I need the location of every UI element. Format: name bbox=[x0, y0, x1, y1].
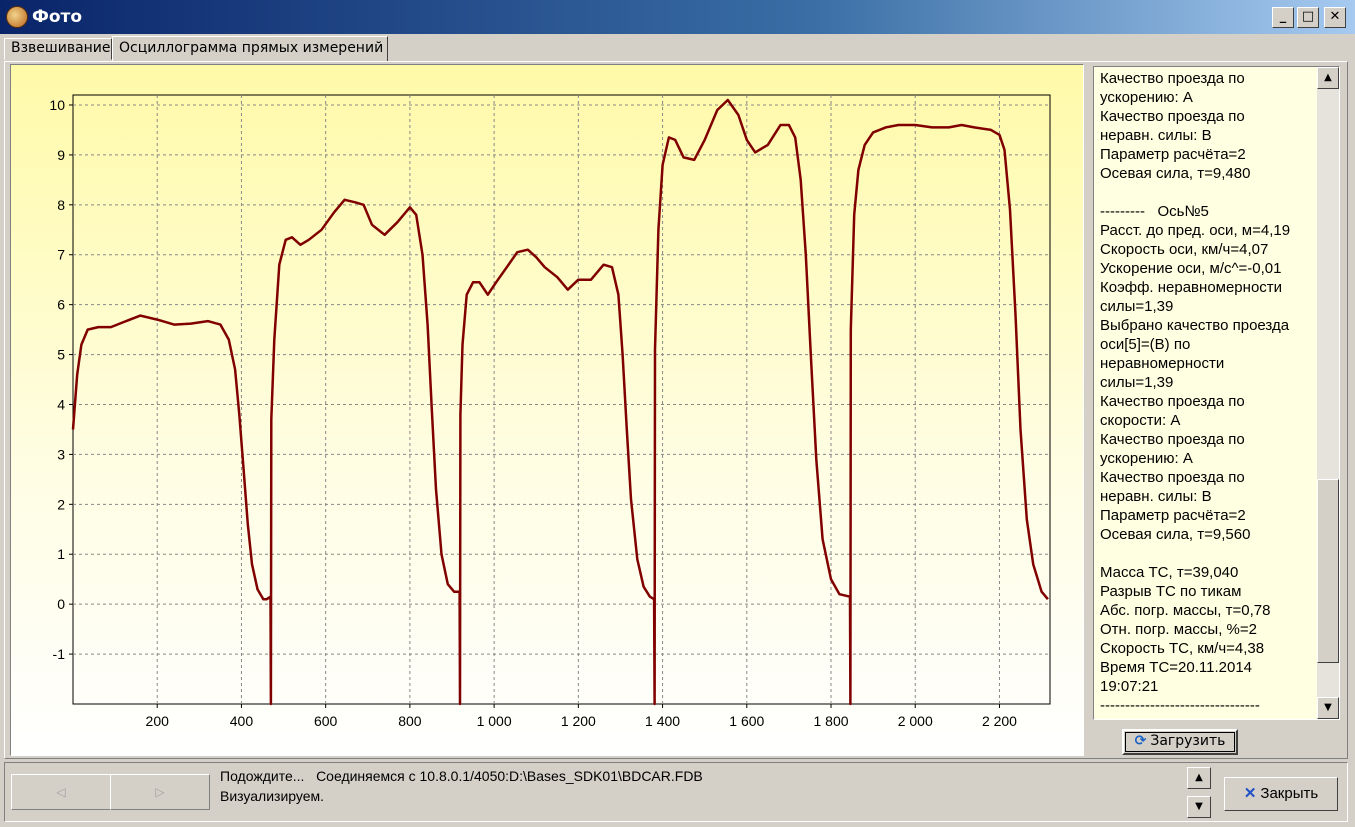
x-tick-label: 600 bbox=[314, 713, 338, 729]
y-tick-label: 8 bbox=[57, 197, 65, 213]
tab-weighing[interactable]: Взвешивание bbox=[4, 38, 112, 60]
status-scroll-up-icon[interactable]: ▲ bbox=[1187, 767, 1211, 789]
y-tick-label: 9 bbox=[57, 147, 65, 163]
y-tick-label: 5 bbox=[57, 347, 65, 363]
oscillogram-chart: 10 9 8 7 6 5 4 3 2 1 0 -1 200 400 600 800 1 000 1 200 1 40… bbox=[10, 64, 1084, 756]
x-tick-label: 2 200 bbox=[982, 713, 1017, 729]
y-tick-label: 10 bbox=[49, 97, 65, 113]
title-bar: Фото _ □ ✕ bbox=[0, 0, 1355, 34]
close-button-label: Закрыть bbox=[1260, 785, 1319, 802]
close-button[interactable]: ✕ Закрыть bbox=[1224, 777, 1338, 811]
x-tick-label: 1 600 bbox=[729, 713, 764, 729]
status-text: Подождите... Соединяемся с 10.8.0.1/4050… bbox=[220, 766, 703, 806]
load-button[interactable]: ⟳ Загрузить bbox=[1122, 729, 1238, 755]
y-tick-label: 1 bbox=[57, 546, 65, 562]
scroll-thumb[interactable] bbox=[1317, 479, 1339, 663]
series-line bbox=[71, 98, 1049, 706]
prev-button[interactable]: ◁ bbox=[11, 774, 111, 810]
close-window-button[interactable]: ✕ bbox=[1324, 7, 1346, 28]
x-tick-label: 1 000 bbox=[477, 713, 512, 729]
x-tick-label: 800 bbox=[398, 713, 422, 729]
maximize-button[interactable]: □ bbox=[1297, 7, 1319, 28]
refresh-icon: ⟳ bbox=[1134, 733, 1147, 749]
y-tick-label: -1 bbox=[53, 646, 66, 662]
y-tick-label: 0 bbox=[57, 596, 65, 612]
scroll-down-arrow-icon[interactable]: ▼ bbox=[1317, 697, 1339, 719]
app-icon bbox=[6, 6, 28, 28]
y-tick-label: 7 bbox=[57, 247, 65, 263]
status-line-1: Подождите... Соединяемся с 10.8.0.1/4050… bbox=[220, 768, 703, 784]
minimize-button[interactable]: _ bbox=[1272, 7, 1294, 28]
next-button[interactable]: ▷ bbox=[110, 774, 210, 810]
y-tick-label: 6 bbox=[57, 297, 65, 313]
y-tick-label: 4 bbox=[57, 396, 65, 412]
info-text: Качество проезда по ускорению: А Качеств… bbox=[1100, 70, 1291, 714]
x-tick-label: 200 bbox=[146, 713, 170, 729]
plot-frame bbox=[72, 94, 1051, 705]
status-line-2: Визуализируем. bbox=[220, 788, 325, 804]
close-x-icon: ✕ bbox=[1243, 785, 1257, 802]
x-tick-label: 2 000 bbox=[898, 713, 933, 729]
y-tick-label: 2 bbox=[57, 496, 65, 512]
load-button-label: Загрузить bbox=[1150, 733, 1226, 749]
window-title: Фото bbox=[32, 7, 83, 27]
tab-oscillogram[interactable]: Осциллограмма прямых измерений bbox=[112, 36, 388, 62]
x-tick-label: 1 800 bbox=[813, 713, 848, 729]
info-panel: Качество проезда по ускорению: А Качеств… bbox=[1093, 66, 1340, 720]
chart-svg: 109876543210-1200 400 600 800 1 000 1 200 1 40… bbox=[49, 94, 1051, 729]
x-tick-label: 1 200 bbox=[561, 713, 596, 729]
y-tick-label: 3 bbox=[57, 446, 65, 462]
x-tick-label: 1 400 bbox=[645, 713, 680, 729]
x-tick-label: 400 bbox=[230, 713, 254, 729]
scroll-up-arrow-icon[interactable]: ▲ bbox=[1317, 67, 1339, 89]
info-scrollbar[interactable]: ▲ ▼ bbox=[1317, 67, 1339, 719]
status-scroll-down-icon[interactable]: ▼ bbox=[1187, 796, 1211, 818]
